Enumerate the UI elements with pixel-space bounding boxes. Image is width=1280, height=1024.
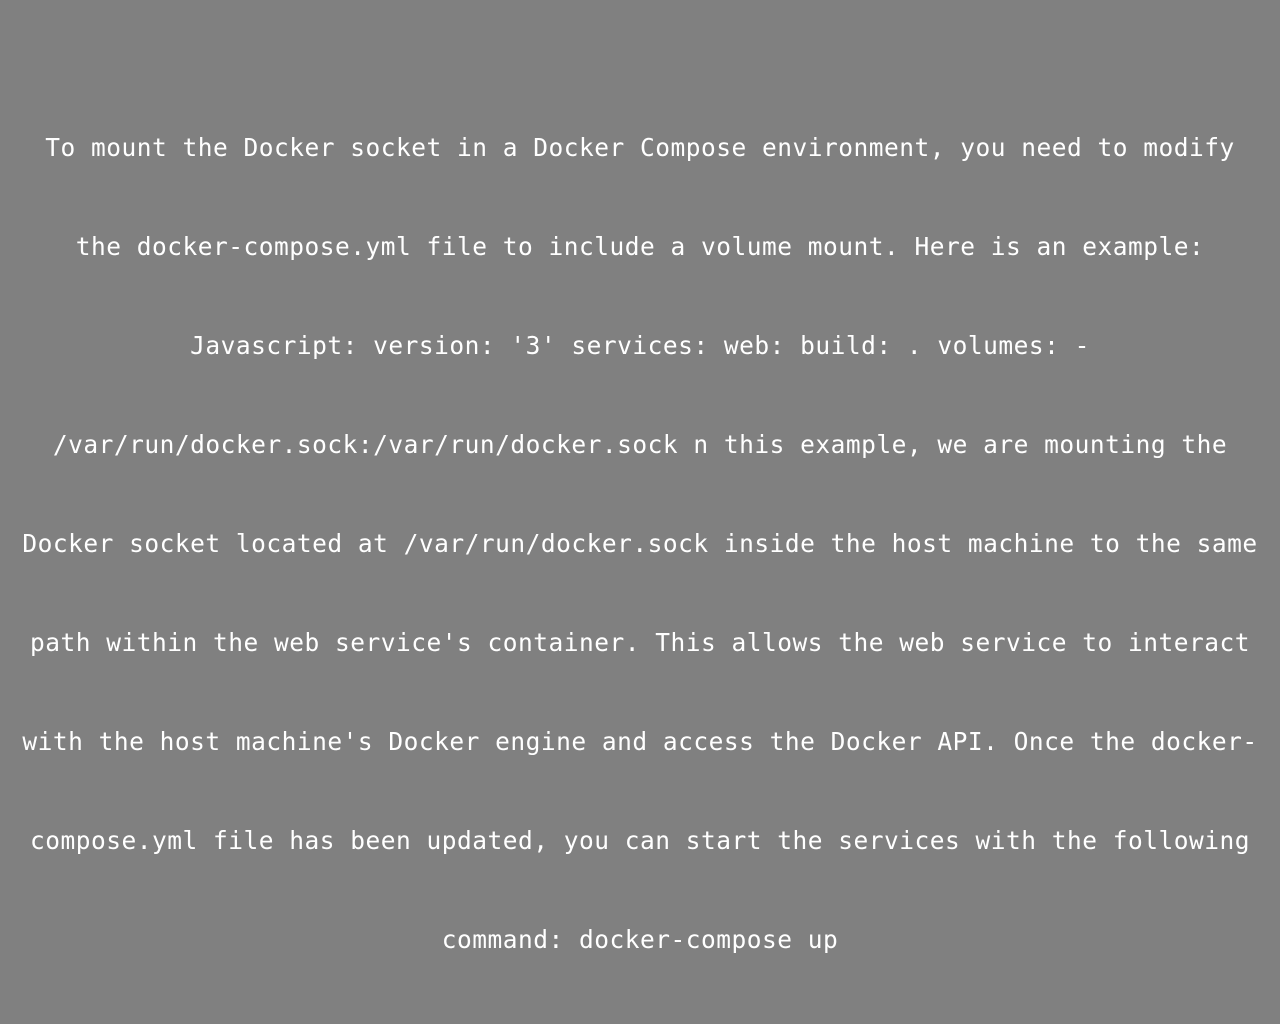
- instruction-text-block: To mount the Docker socket in a Docker C…: [0, 98, 1280, 989]
- text-line-6: path within the web service's container.…: [29, 628, 1251, 657]
- text-line-5: Docker socket located at /var/run/docker…: [22, 529, 1258, 558]
- text-screen: To mount the Docker socket in a Docker C…: [0, 0, 1280, 1024]
- text-line-1: To mount the Docker socket in a Docker C…: [45, 133, 1235, 162]
- text-line-2: the docker-compose.yml file to include a…: [75, 232, 1205, 261]
- text-line-7: with the host machine's Docker engine an…: [22, 727, 1258, 756]
- text-line-9: command: docker-compose up: [441, 925, 839, 954]
- text-line-8: compose.yml file has been updated, you c…: [29, 826, 1251, 855]
- text-line-4: /var/run/docker.sock:/var/run/docker.soc…: [52, 430, 1228, 459]
- text-line-3: Javascript: version: '3' services: web: …: [190, 331, 1090, 360]
